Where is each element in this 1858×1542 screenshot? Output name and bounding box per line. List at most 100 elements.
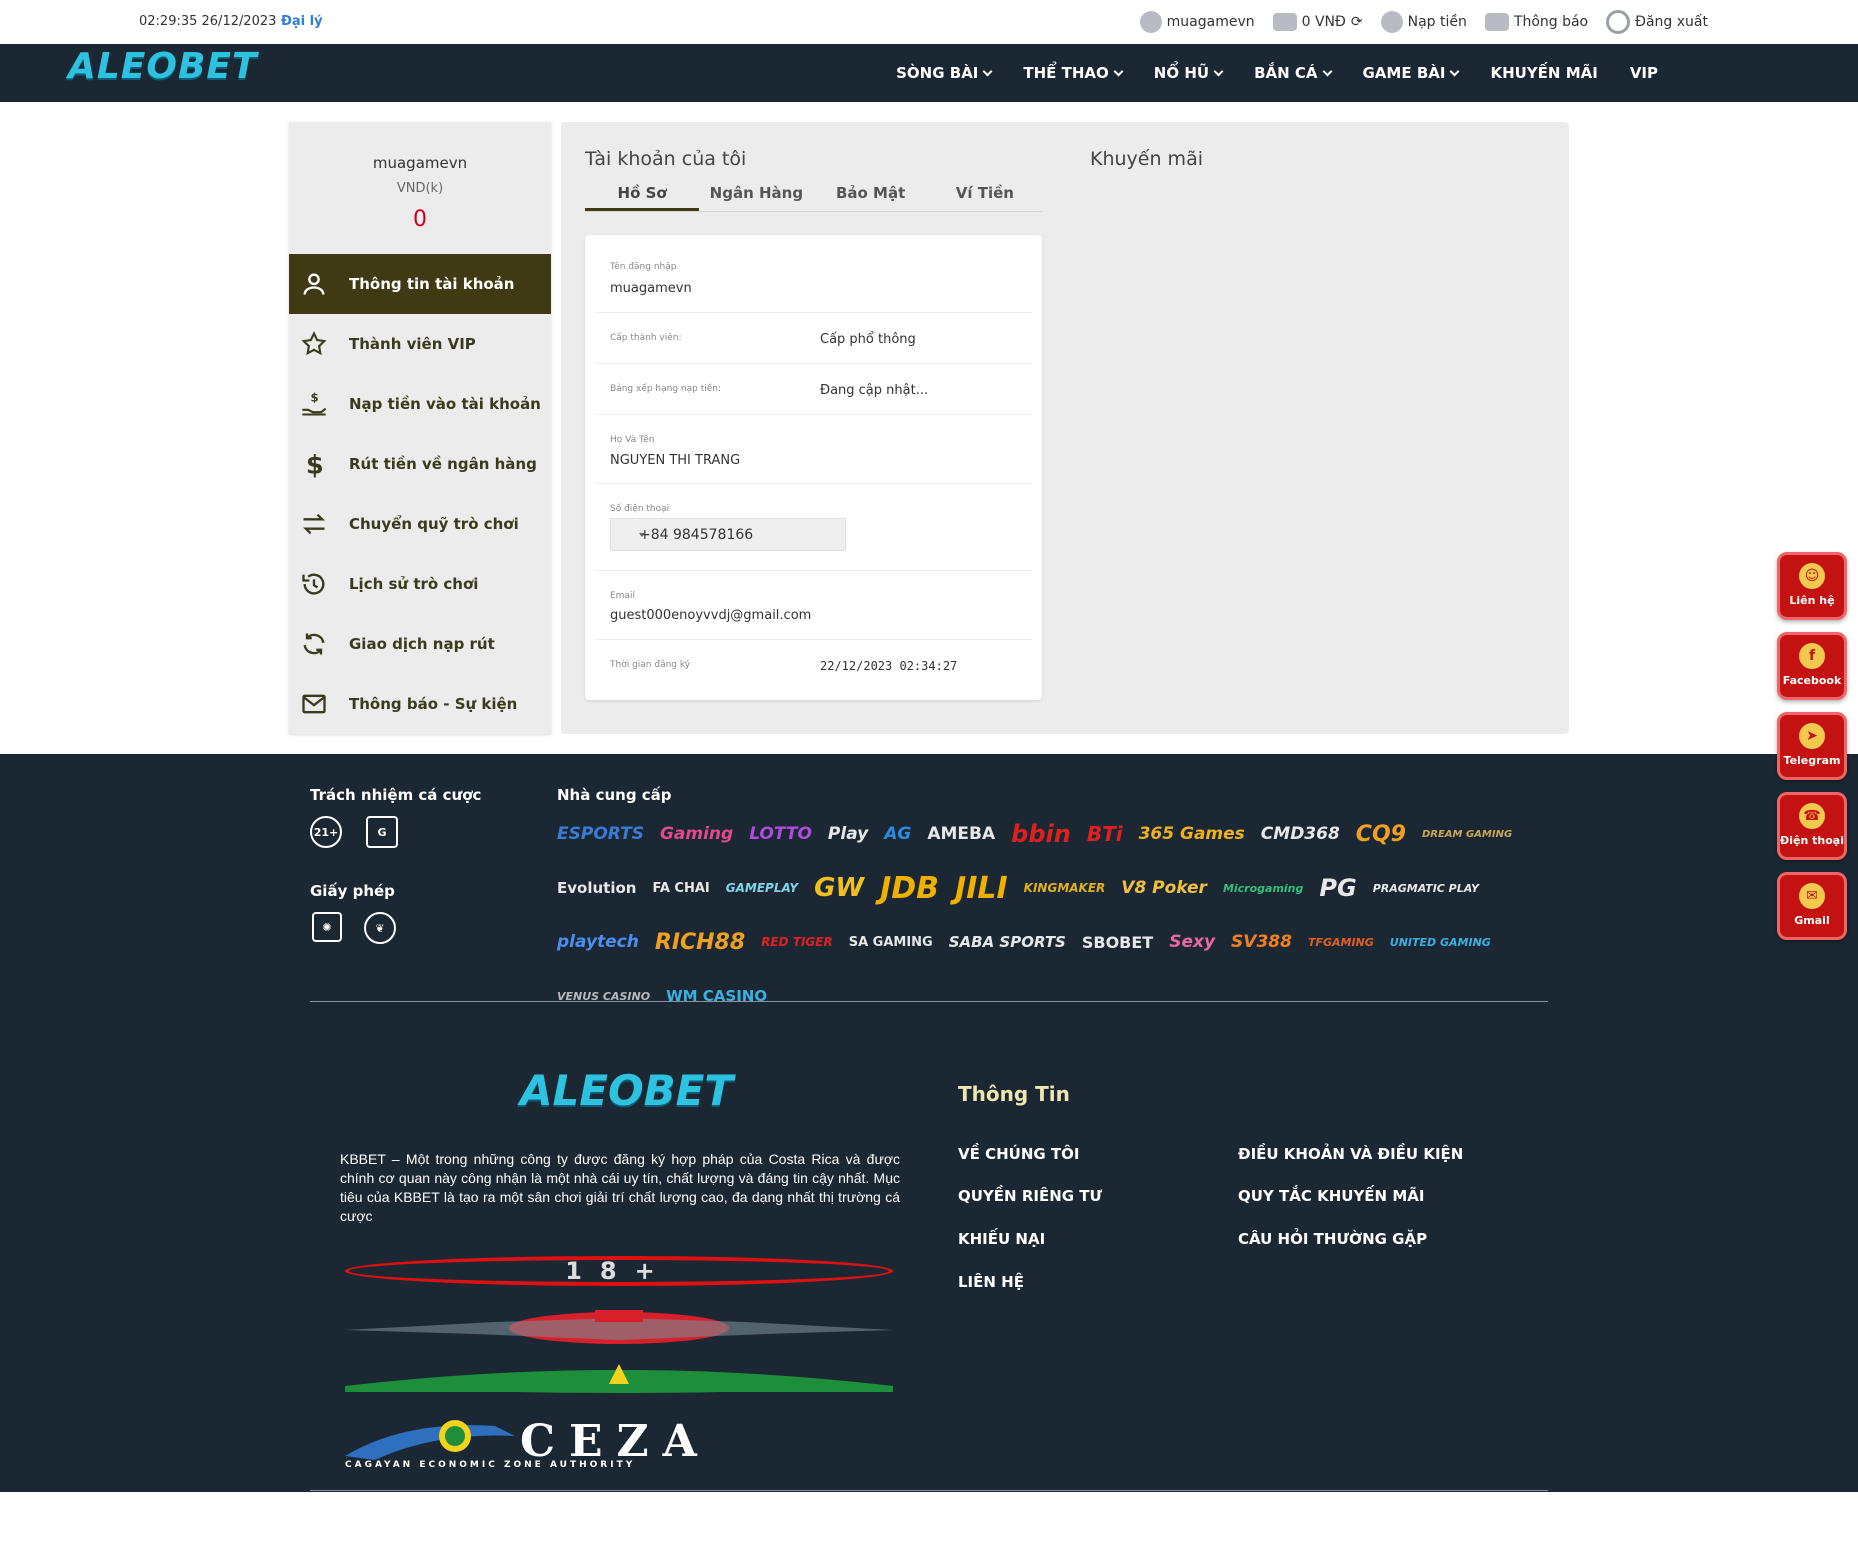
sidebar-item-account-info[interactable]: Thông tin tài khoản <box>289 254 551 314</box>
sidebar-item-notifications[interactable]: Thông báo - Sự kiện <box>289 674 551 734</box>
provider-logo[interactable]: CMD368 <box>1261 812 1340 856</box>
link-privacy[interactable]: QUYỀN RIÊNG TƯ <box>958 1187 1102 1205</box>
provider-logo[interactable]: ESPORTS <box>557 812 644 856</box>
provider-logo[interactable]: Sexy <box>1169 920 1215 964</box>
sidebar-item-withdraw[interactable]: $ Rút tiền về ngân hàng <box>289 434 551 494</box>
footer-description: KBBET – Một trong những công ty được đăn… <box>340 1151 900 1224</box>
username: muagamevn <box>1166 14 1255 30</box>
footer-logo: ALEOBET <box>520 1066 734 1115</box>
page-title: Tài khoản của tôi <box>585 148 747 170</box>
provider-logo[interactable]: GAMEPLAY <box>726 866 798 910</box>
link-faq[interactable]: CÂU HỎI THƯỜNG GẶP <box>1238 1230 1427 1248</box>
sidebar-currency: VND(k) <box>396 181 444 196</box>
contact-support-button[interactable]: ☺ Liên hệ <box>1777 552 1847 620</box>
provider-logo[interactable]: JDB <box>880 866 939 910</box>
provider-logo[interactable]: RICH88 <box>655 920 745 964</box>
provider-logo[interactable]: 365 Games <box>1139 812 1245 856</box>
contact-gmail-button[interactable]: ✉ Gmail <box>1777 872 1847 940</box>
sidebar-item-vip[interactable]: Thành viên VIP <box>289 314 551 374</box>
provider-logo[interactable]: SABA SPORTS <box>949 920 1066 964</box>
contact-phone-button[interactable]: ☎ Điện thoại <box>1777 792 1847 860</box>
chevron-down-icon <box>1322 66 1332 76</box>
footer-divider <box>310 1001 1548 1002</box>
provider-logo[interactable]: FA CHAI <box>652 866 709 910</box>
sidebar-balance: 0 <box>413 207 427 232</box>
top-bar: 02:29:35 26/12/2023 Đại lý muagamevn 0 V… <box>0 0 1858 44</box>
balance-text: 0 VNĐ <box>1301 14 1346 30</box>
caret-down-icon[interactable] <box>639 533 645 537</box>
nav-slots[interactable]: NỔ HŨ <box>1154 64 1224 82</box>
field-rank: Bảng xếp hạng nạp tiền: Đang cập nhật... <box>595 364 1032 415</box>
provider-logo[interactable]: RED TIGER <box>761 920 833 964</box>
notification-link[interactable]: Thông báo <box>1484 13 1588 31</box>
link-about[interactable]: VỀ CHÚNG TÔI <box>958 1145 1079 1163</box>
provider-logo[interactable]: LOTTO <box>749 812 812 856</box>
provider-logo[interactable]: TFGAMING <box>1308 920 1374 964</box>
provider-logo[interactable]: Evolution <box>557 866 636 910</box>
sidebar-item-game-history[interactable]: Lịch sử trò chơi <box>289 554 551 614</box>
refresh-icon[interactable]: ⟳ <box>1351 14 1363 30</box>
site-logo[interactable]: ALEOBET <box>68 46 258 87</box>
provider-logo[interactable]: bbin <box>1011 812 1071 856</box>
provider-logo[interactable]: V8 Poker <box>1121 866 1207 910</box>
nav-casino[interactable]: SÒNG BÀI <box>896 64 993 82</box>
provider-logo[interactable]: JILI <box>955 866 1008 910</box>
user-menu[interactable]: muagamevn <box>1139 11 1255 33</box>
provider-logo[interactable]: PRAGMATIC PLAY <box>1373 866 1479 910</box>
provider-logo[interactable]: Microgaming <box>1223 866 1303 910</box>
datetime: 02:29:35 26/12/2023 <box>139 14 277 29</box>
nav-vip[interactable]: VIP <box>1630 64 1658 82</box>
telegram-icon: ➤ <box>1799 723 1825 749</box>
provider-logo[interactable]: PG <box>1319 866 1356 910</box>
provider-logo[interactable]: AG <box>884 812 911 856</box>
logout-button[interactable]: Đăng xuất <box>1606 10 1708 34</box>
contact-telegram-button[interactable]: ➤ Telegram <box>1777 712 1847 780</box>
power-icon <box>1606 10 1631 34</box>
provider-logo[interactable]: KINGMAKER <box>1024 866 1106 910</box>
provider-logo[interactable]: GW <box>814 866 864 910</box>
provider-logo[interactable]: Gaming <box>660 812 733 856</box>
nav-promotions[interactable]: KHUYẾN MÃI <box>1490 64 1597 82</box>
profile-card: Tên đăng nhập muagamevn Cấp thành viên: … <box>585 235 1042 700</box>
provider-logo[interactable]: UNITED GAMING <box>1390 920 1491 964</box>
contact-facebook-button[interactable]: f Facebook <box>1777 632 1847 700</box>
nav-sports[interactable]: THỂ THAO <box>1023 64 1124 82</box>
wallet-balance[interactable]: 0 VNĐ ⟳ <box>1272 13 1363 31</box>
transfer-icon <box>299 509 329 539</box>
pagcor-seal-strip <box>345 1310 893 1344</box>
provider-logo[interactable]: WM CASINO <box>666 974 767 1018</box>
provider-logo[interactable]: VENUS CASINO <box>557 974 650 1018</box>
provider-logo[interactable]: playtech <box>557 920 639 964</box>
tab-bank[interactable]: Ngân Hàng <box>699 182 813 211</box>
sidebar-item-deposit[interactable]: $ Nạp tiền vào tài khoản <box>289 374 551 434</box>
provider-logo[interactable]: SA GAMING <box>849 920 933 964</box>
link-complaints[interactable]: KHIẾU NẠI <box>958 1230 1045 1248</box>
link-promo-rules[interactable]: QUY TẮC KHUYẾN MÃI <box>1238 1187 1424 1205</box>
provider-logo[interactable]: AMEBA <box>927 812 995 856</box>
provider-logo[interactable]: SV388 <box>1231 920 1292 964</box>
support-agent-icon: ☺ <box>1799 563 1825 589</box>
phone-input[interactable]: +84 984578166 <box>610 518 846 551</box>
account-panel: Tài khoản của tôi Khuyến mãi Hồ Sơ Ngân … <box>561 122 1569 734</box>
link-terms[interactable]: ĐIỀU KHOẢN VÀ ĐIỀU KIỆN <box>1238 1145 1463 1163</box>
dollar-icon: $ <box>299 449 329 479</box>
nav-fishing[interactable]: BẮN CÁ <box>1254 64 1332 82</box>
provider-logo[interactable]: SBOBET <box>1082 920 1153 964</box>
phone-icon: ☎ <box>1799 803 1825 829</box>
tab-security[interactable]: Bảo Mật <box>814 182 928 211</box>
tab-profile[interactable]: Hồ Sơ <box>585 182 700 211</box>
pagcor-icon: ❦ <box>364 912 396 944</box>
link-contact[interactable]: LIÊN HỆ <box>958 1273 1024 1291</box>
deposit-link[interactable]: Nạp tiền <box>1380 11 1467 33</box>
provider-logo[interactable]: DREAM GAMING <box>1422 812 1512 856</box>
agent-link[interactable]: Đại lý <box>281 14 323 29</box>
provider-logo[interactable]: Play <box>828 812 868 856</box>
tab-wallet[interactable]: Ví Tiền <box>928 182 1042 211</box>
provider-logo[interactable]: BTi <box>1087 812 1123 856</box>
gamcare-icon: G <box>366 816 398 848</box>
age-18-seal: 18+ <box>345 1256 893 1286</box>
provider-logo[interactable]: CQ9 <box>1356 812 1406 856</box>
nav-card-games[interactable]: GAME BÀI <box>1363 64 1460 82</box>
sidebar-item-transactions[interactable]: Giao dịch nạp rút <box>289 614 551 674</box>
sidebar-item-transfer[interactable]: Chuyển quỹ trò chơi <box>289 494 551 554</box>
